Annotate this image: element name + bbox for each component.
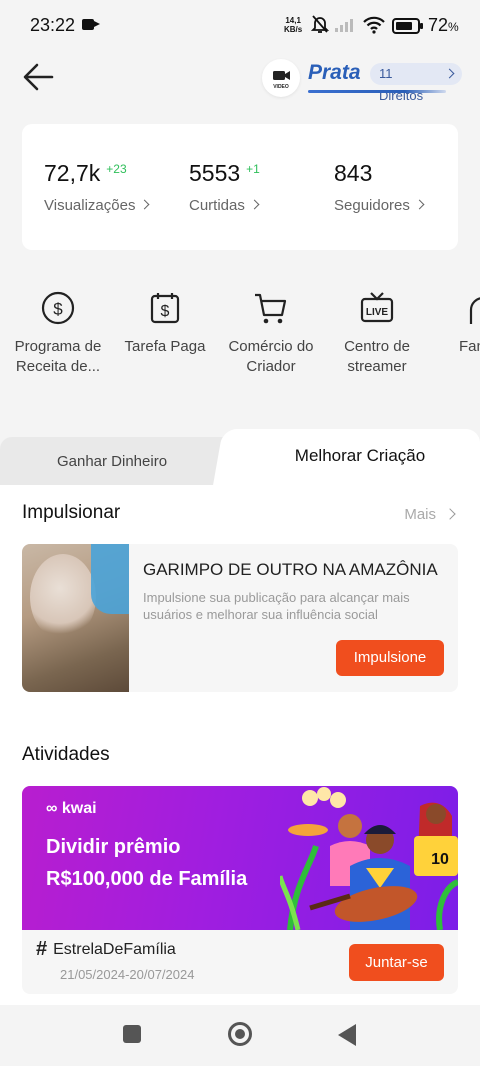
fan-icon xyxy=(469,297,480,324)
back-arrow-icon[interactable] xyxy=(22,62,56,92)
family-music-illustration: 10 xyxy=(280,787,458,930)
views-delta: +23 xyxy=(106,162,127,176)
tool-paid-task[interactable]: $ Tarefa Paga xyxy=(115,290,215,357)
boost-description: Impulsione sua publicação para alcançar … xyxy=(143,590,410,622)
video-camera-icon: VIDEO xyxy=(273,71,290,90)
cell-signal-icon xyxy=(335,19,353,32)
svg-text:LIVE: LIVE xyxy=(366,307,389,318)
likes-label: Curtidas xyxy=(189,197,260,214)
promo-line-2: R$100,000 de Família xyxy=(46,868,248,890)
boost-video-title: GARIMPO DE OUTRO NA AMAZÔNIA xyxy=(143,560,438,579)
svg-text:$: $ xyxy=(161,303,170,320)
tab-content: Impulsionar Mais GARIMPO DE OUTRO NA AMA… xyxy=(0,485,480,1005)
network-speed: 14,1 KB/s xyxy=(284,16,303,34)
boost-section-title: Impulsionar xyxy=(22,502,121,523)
kwai-logo: ∞ kwai xyxy=(46,800,97,817)
live-tv-icon: LIVE xyxy=(360,292,394,323)
activity-card[interactable]: 10 ∞ kwai Dividir prêmio R$100,000 de Fa… xyxy=(22,786,458,994)
level-progress-line xyxy=(308,90,446,93)
tab-earn-money[interactable]: Ganhar Dinheiro xyxy=(0,437,250,485)
bell-muted-icon xyxy=(311,15,329,33)
status-bar: 23:22 14,1 KB/s 72% xyxy=(0,0,480,52)
creator-tools-row: $ Programa de Receita de... $ Tarefa Paga… xyxy=(0,290,480,390)
video-level-badge: VIDEO xyxy=(262,59,300,97)
status-time: 23:22 xyxy=(30,15,76,35)
stats-card: 72,7k +23 Visualizações 5553 +1 Curtidas 8… xyxy=(22,124,458,250)
home-icon[interactable] xyxy=(228,1022,252,1046)
video-thumbnail[interactable] xyxy=(22,544,129,692)
activity-dates: 21/05/2024-20/07/2024 xyxy=(60,967,195,982)
join-button[interactable]: Juntar-se xyxy=(349,944,444,981)
tool-fan[interactable]: Fan xyxy=(433,290,480,357)
creator-level[interactable]: VIDEO Prata 11 Direitos xyxy=(262,59,462,103)
video-recording-icon xyxy=(82,19,100,30)
activities-section-title: Atividades xyxy=(22,744,110,765)
activity-banner[interactable]: 10 ∞ kwai Dividir prêmio R$100,000 de Fa… xyxy=(22,786,458,930)
stat-followers[interactable]: 843 Seguidores xyxy=(334,160,423,214)
tool-streamer-center[interactable]: LIVE Centro de streamer xyxy=(327,290,427,377)
more-link[interactable]: Mais xyxy=(404,506,454,523)
jersey-number: 10 xyxy=(431,851,449,868)
wifi-icon xyxy=(363,16,385,34)
views-value: 72,7k xyxy=(44,160,101,186)
likes-value: 5553 xyxy=(189,160,241,186)
tool-revenue-program[interactable]: $ Programa de Receita de... xyxy=(8,290,108,377)
tool-creator-commerce[interactable]: Comércio do Criador xyxy=(221,290,321,377)
recents-icon[interactable] xyxy=(123,1025,141,1043)
views-label: Visualizações xyxy=(44,197,148,214)
likes-delta: +1 xyxy=(246,162,260,176)
dollar-circle-icon: $ xyxy=(41,291,75,325)
boost-button[interactable]: Impulsione xyxy=(336,640,444,676)
promo-line-1: Dividir prêmio xyxy=(46,836,181,858)
rights-button[interactable]: 11 Direitos xyxy=(370,63,462,103)
svg-text:$: $ xyxy=(53,300,63,319)
svg-text:VIDEO: VIDEO xyxy=(273,84,289,90)
followers-label: Seguidores xyxy=(334,197,423,214)
level-name: Prata xyxy=(308,61,361,84)
hashtag-icon: # xyxy=(36,938,48,960)
followers-value: 843 xyxy=(334,160,373,186)
stat-views[interactable]: 72,7k +23 Visualizações xyxy=(44,160,148,214)
stat-likes[interactable]: 5553 +1 Curtidas xyxy=(189,160,260,214)
nav-back-icon[interactable] xyxy=(338,1024,356,1046)
battery-percent: 72% xyxy=(428,15,459,35)
cart-icon xyxy=(255,293,287,324)
boost-card[interactable]: GARIMPO DE OUTRO NA AMAZÔNIA Impulsione … xyxy=(22,544,458,692)
section-tabs: Ganhar Dinheiro Melhorar Criação xyxy=(0,429,480,485)
activity-hashtag[interactable]: # EstrelaDeFamília xyxy=(36,938,176,961)
paid-task-icon: $ xyxy=(150,293,180,324)
battery-icon xyxy=(392,18,423,34)
system-nav-bar xyxy=(0,1005,480,1066)
tab-improve-creation[interactable]: Melhorar Criação xyxy=(232,429,480,485)
